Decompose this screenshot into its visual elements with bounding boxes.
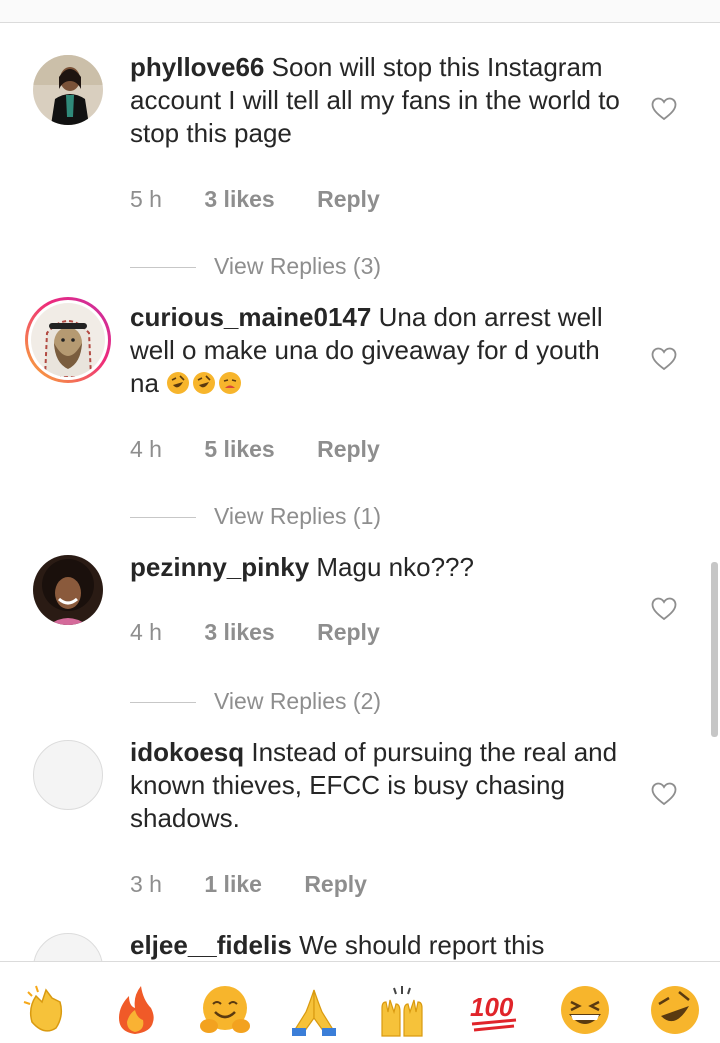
view-replies-label: View Replies (3): [214, 253, 382, 279]
reply-button[interactable]: Reply: [317, 186, 380, 212]
like-heart-icon[interactable]: [651, 97, 677, 121]
view-replies-label: View Replies (2): [214, 688, 382, 714]
comment-timestamp: 4 h: [130, 436, 162, 462]
divider: [130, 517, 196, 518]
likes-count[interactable]: 1 like: [204, 871, 262, 897]
reply-button[interactable]: Reply: [317, 619, 380, 645]
reply-button[interactable]: Reply: [317, 436, 380, 462]
clapping-hands-icon[interactable]: [20, 982, 76, 1038]
rolling-on-floor-laughing-icon: [166, 370, 190, 394]
comment-meta: 5 h 3 likes Reply: [130, 186, 416, 213]
folded-hands-icon[interactable]: [286, 982, 342, 1038]
rolling-on-floor-laughing-icon[interactable]: [647, 982, 703, 1038]
divider: [130, 267, 196, 268]
comment-username[interactable]: phyllove66: [130, 52, 264, 82]
reply-button[interactable]: Reply: [304, 871, 367, 897]
avatar[interactable]: [33, 555, 103, 625]
hugging-face-icon[interactable]: [197, 982, 253, 1038]
avatar-story-ring[interactable]: [25, 297, 111, 383]
top-bar: [0, 0, 720, 23]
comment-username[interactable]: idokoesq: [130, 737, 244, 767]
like-heart-icon[interactable]: [651, 597, 677, 621]
comment-text: phyllove66 Soon will stop this Instagram…: [130, 51, 630, 150]
svg-text:100: 100: [470, 992, 514, 1022]
likes-count[interactable]: 3 likes: [204, 186, 274, 212]
like-heart-icon[interactable]: [651, 347, 677, 371]
fire-icon[interactable]: [107, 982, 163, 1038]
avatar[interactable]: [33, 55, 103, 125]
comment-timestamp: 5 h: [130, 186, 162, 212]
comment-text: eljee__fidelis We should report this: [130, 929, 630, 961]
comment-text: pezinny_pinky Magu nko???: [130, 551, 630, 584]
tired-face-icon: [218, 370, 242, 394]
comment-text: idokoesq Instead of pursuing the real an…: [130, 736, 630, 835]
divider: [130, 702, 196, 703]
view-replies-label: View Replies (1): [214, 503, 382, 529]
comment-meta: 4 h 3 likes Reply: [130, 619, 416, 646]
comment-meta: 3 h 1 like Reply: [130, 871, 403, 898]
comments-list[interactable]: phyllove66 Soon will stop this Instagram…: [0, 23, 720, 961]
comment-body: Magu nko???: [316, 552, 474, 582]
comment-meta: 4 h 5 likes Reply: [130, 436, 416, 463]
like-heart-icon[interactable]: [651, 782, 677, 806]
comment-body: We should report this: [299, 930, 545, 960]
likes-count[interactable]: 3 likes: [204, 619, 274, 645]
avatar[interactable]: [33, 740, 103, 810]
rolling-on-floor-laughing-icon: [192, 370, 216, 394]
comment-timestamp: 3 h: [130, 871, 162, 897]
hundred-points-icon[interactable]: 100: [466, 982, 522, 1038]
scrollbar-thumb[interactable]: [711, 562, 718, 737]
comment-username[interactable]: eljee__fidelis: [130, 930, 292, 960]
avatar: [28, 300, 108, 380]
quick-reaction-bar: 100: [0, 961, 720, 1041]
raising-hands-icon[interactable]: [374, 982, 430, 1038]
comment-timestamp: 4 h: [130, 619, 162, 645]
likes-count[interactable]: 5 likes: [204, 436, 274, 462]
comment-text: curious_maine0147 Una don arrest well we…: [130, 301, 630, 400]
comment-username[interactable]: pezinny_pinky: [130, 552, 309, 582]
avatar[interactable]: [33, 933, 103, 961]
grinning-squinting-face-icon[interactable]: [557, 982, 613, 1038]
comment-username[interactable]: curious_maine0147: [130, 302, 371, 332]
